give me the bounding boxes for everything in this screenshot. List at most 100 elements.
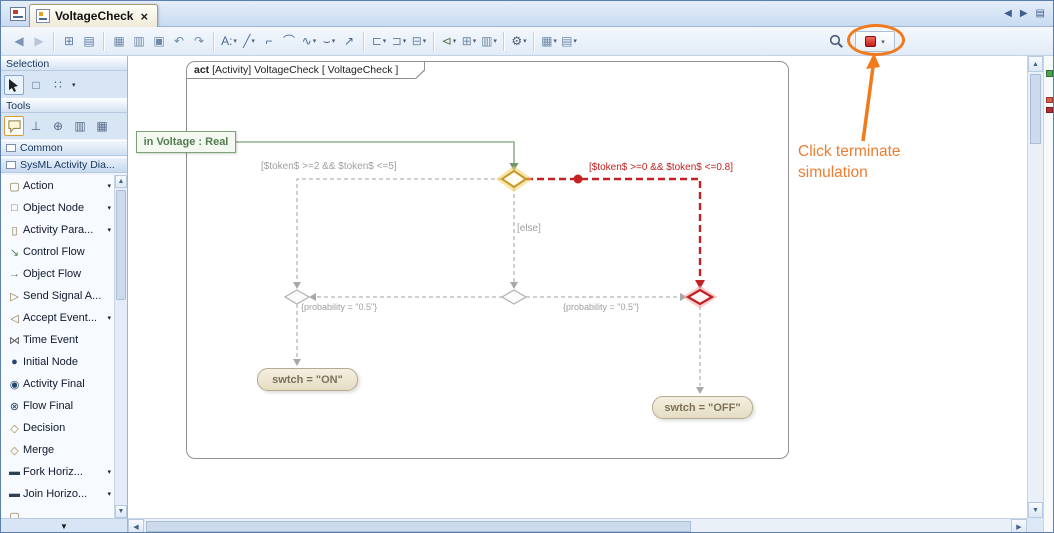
guard-left-edge[interactable] bbox=[296, 178, 502, 287]
palette-section-tools[interactable]: Tools bbox=[1, 98, 127, 113]
palette-more-items-button[interactable]: ▼ bbox=[1, 518, 127, 532]
palette-section-sysml-activity[interactable]: SysML Activity Dia... bbox=[1, 157, 127, 173]
comment-tool-button[interactable] bbox=[4, 116, 24, 136]
paste-button[interactable]: ▣ ▾ bbox=[149, 31, 169, 51]
dependency-button[interactable]: A: ▾ bbox=[219, 31, 239, 51]
vertical-scrollbar[interactable]: ▲ ▼ bbox=[1027, 56, 1043, 518]
undo-button[interactable]: ↶ ▾ bbox=[169, 31, 189, 51]
scroll-down-icon[interactable]: ▼ bbox=[115, 505, 127, 518]
bezier-path-button[interactable]: ∿ ▾ bbox=[299, 31, 319, 51]
palette-item-fork-horizontal[interactable]: ▬ Fork Horiz... ▾ bbox=[1, 461, 114, 483]
palette-item-flow-final[interactable]: ⊗ Flow Final ▾ bbox=[1, 395, 114, 417]
scroll-up-icon[interactable]: ▲ bbox=[1028, 56, 1043, 72]
tab-close-icon[interactable]: × bbox=[140, 10, 148, 23]
rectilinear-line-icon: ⌐ bbox=[265, 34, 273, 48]
palette-section-selection[interactable]: Selection bbox=[1, 56, 127, 71]
next-tab-icon[interactable]: ▶ bbox=[1020, 8, 1028, 20]
palette-item-activity-final[interactable]: ◉ Activity Final ▾ bbox=[1, 373, 114, 395]
main-toolbar: ◀ ▾ ▶ ▾ ⊞ ▾ ▤ ▾ ▦ ▾ ▥ ▾ ▣ ▾ ↶ ▾ ↷ ▾ bbox=[1, 27, 1053, 56]
containment-tool-button[interactable]: ⊕ bbox=[48, 116, 68, 136]
swimlane-icon: ▥ bbox=[74, 119, 86, 133]
palette-item-accept-event[interactable]: ◁ Accept Event... ▾ bbox=[1, 307, 114, 329]
oblique-path-button[interactable]: ╱ ▾ bbox=[239, 31, 259, 51]
scroll-right-icon[interactable]: ▶ bbox=[1011, 519, 1027, 532]
reset-path-button[interactable]: ↗ ▾ bbox=[339, 31, 359, 51]
align-button[interactable]: ⊏ ▾ bbox=[369, 31, 389, 51]
terminate-simulation-button[interactable]: ▾ bbox=[855, 31, 895, 52]
palette-item-time-event[interactable]: ⋈ Time Event ▾ bbox=[1, 329, 114, 351]
dropdown-caret-icon: ▾ bbox=[452, 38, 457, 45]
redo-button[interactable]: ↷ ▾ bbox=[189, 31, 209, 51]
dropdown-caret-icon[interactable]: ▾ bbox=[881, 38, 885, 46]
action-node-switch-on[interactable]: swtch = "ON" bbox=[257, 368, 358, 391]
anchor-tool-button[interactable]: ⊥ bbox=[26, 116, 46, 136]
prev-tab-icon[interactable]: ◀ bbox=[1004, 8, 1012, 20]
cursor-tool-button[interactable] bbox=[4, 74, 24, 95]
validation-marker-green[interactable] bbox=[1046, 70, 1053, 77]
palette-item-activity-parameter[interactable]: ▯ Activity Para... ▾ bbox=[1, 219, 114, 241]
layers-icon: ▥ bbox=[481, 34, 493, 48]
forward-button[interactable]: ▶ ▾ bbox=[29, 31, 49, 51]
validation-marker-red[interactable] bbox=[1046, 97, 1053, 103]
tab-list-icon[interactable]: ▤ bbox=[1036, 8, 1045, 20]
validation-marker-dark-red[interactable] bbox=[1046, 107, 1053, 113]
distribute-button[interactable]: ⊐ ▾ bbox=[389, 31, 409, 51]
palette-item-object-flow[interactable]: → Object Flow ▾ bbox=[1, 263, 114, 285]
nested-elements-button[interactable]: ⊞ ▾ bbox=[459, 31, 479, 51]
print-button[interactable]: ▦ ▾ bbox=[109, 31, 129, 51]
swimlane-tool-button[interactable]: ▥ bbox=[70, 116, 90, 136]
scroll-up-icon[interactable]: ▲ bbox=[115, 175, 127, 188]
palette-item-label: Accept Event... bbox=[23, 312, 97, 324]
diagram-palette: Selection □ ∷ ▾ Tools ⊥ ⊕ ▥ ▦ Common Sys… bbox=[1, 56, 128, 532]
activity-parameter-node[interactable]: in Voltage : Real bbox=[136, 131, 236, 153]
scroll-down-icon[interactable]: ▼ bbox=[1028, 502, 1043, 518]
toolbar-separator bbox=[213, 31, 215, 51]
palette-item-merge[interactable]: ◇ Merge ▾ bbox=[1, 439, 114, 461]
dropdown-caret-icon: ▾ bbox=[331, 38, 336, 45]
diagram-canvas[interactable]: act [Activity] VoltageCheck [ VoltageChe… bbox=[128, 56, 1027, 518]
horizontal-scrollbar[interactable]: ◀ ▶ bbox=[128, 518, 1027, 532]
tab-voltagecheck[interactable]: VoltageCheck × bbox=[29, 4, 159, 27]
zoom-button[interactable] bbox=[825, 31, 847, 52]
rounded-path-button[interactable]: ⌒ ▾ bbox=[279, 31, 299, 51]
palette-item-initial-node[interactable]: ● Initial Node ▾ bbox=[1, 351, 114, 373]
containment-icon: ⊕ bbox=[52, 119, 64, 133]
palette-scrollbar[interactable]: ▲ ▼ bbox=[114, 175, 127, 518]
grid-button[interactable]: ▦ ▾ bbox=[539, 31, 559, 51]
open-diagram-button[interactable]: ⊞ ▾ bbox=[59, 31, 79, 51]
display-options-button[interactable]: ⚙ ▾ bbox=[509, 31, 529, 51]
action-node-switch-off[interactable]: swtch = "OFF" bbox=[652, 396, 753, 419]
line-jump-button[interactable]: ⌣ ▾ bbox=[319, 31, 339, 51]
multi-select-button[interactable]: ∷ bbox=[48, 75, 68, 95]
horizontal-scroll-thumb[interactable] bbox=[146, 521, 691, 532]
marquee-select-button[interactable]: □ bbox=[26, 75, 46, 95]
layers-button[interactable]: ▥ ▾ bbox=[479, 31, 499, 51]
section-label: Selection bbox=[6, 57, 50, 70]
merge-node-middle[interactable] bbox=[500, 289, 528, 305]
section-label: Tools bbox=[6, 99, 31, 112]
palette-item-control-flow[interactable]: ↘ Control Flow ▾ bbox=[1, 241, 114, 263]
active-token-edge[interactable] bbox=[526, 177, 702, 283]
specification-button[interactable]: ▤ ▾ bbox=[79, 31, 99, 51]
same-size-button[interactable]: ⊟ ▾ bbox=[409, 31, 429, 51]
rectilinear-path-button[interactable]: ⌐ ▾ bbox=[259, 31, 279, 51]
diagram-properties-button[interactable]: ▤ ▾ bbox=[559, 31, 579, 51]
palette-item-label: Initial Node bbox=[23, 356, 79, 368]
window-icon-detail bbox=[13, 16, 23, 18]
palette-item-send-signal[interactable]: ▷ Send Signal A... ▾ bbox=[1, 285, 114, 307]
vertical-scroll-thumb[interactable] bbox=[1030, 74, 1041, 144]
related-elements-button[interactable]: ⊲ ▾ bbox=[439, 31, 459, 51]
palette-section-common[interactable]: Common bbox=[1, 140, 127, 156]
back-button[interactable]: ◀ ▾ bbox=[9, 31, 29, 51]
scroll-left-icon[interactable]: ◀ bbox=[128, 519, 144, 532]
palette-item-object-node[interactable]: □ Object Node ▾ bbox=[1, 197, 114, 219]
copy-button[interactable]: ▥ ▾ bbox=[129, 31, 149, 51]
palette-item-join-horizontal[interactable]: ▬ Join Horizo... ▾ bbox=[1, 483, 114, 505]
fork-horizontal-icon: ▬ bbox=[9, 466, 20, 478]
image-shape-tool-button[interactable]: ▦ bbox=[92, 116, 112, 136]
selection-dropdown-caret-icon[interactable]: ▾ bbox=[72, 81, 76, 89]
validation-marker-strip bbox=[1043, 56, 1053, 532]
palette-item-decision[interactable]: ◇ Decision ▾ bbox=[1, 417, 114, 439]
palette-item-action[interactable]: ▢ Action ▾ bbox=[1, 175, 114, 197]
palette-scroll-thumb[interactable] bbox=[116, 190, 126, 300]
